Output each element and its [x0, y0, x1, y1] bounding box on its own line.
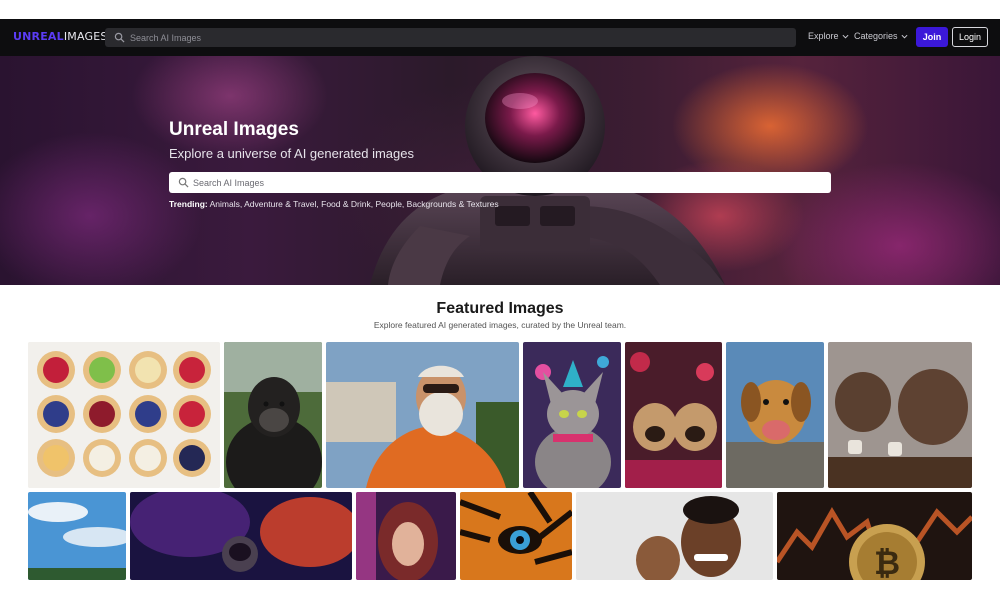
site-logo[interactable]: UNREALIMAGES [13, 30, 108, 43]
nav-explore-label: Explore [808, 31, 839, 41]
search-icon [178, 177, 189, 188]
featured-image-tartlets[interactable] [28, 342, 220, 488]
featured-image-tiger[interactable] [460, 492, 572, 580]
dog-image [726, 342, 824, 488]
sphynx-cat-image [523, 342, 621, 488]
gorilla-image [224, 342, 322, 488]
join-button[interactable]: Join [916, 27, 948, 47]
hero-search[interactable] [169, 172, 831, 193]
old-man-image [326, 342, 519, 488]
hero-search-input[interactable] [193, 172, 823, 193]
navbar-search-input[interactable] [130, 28, 790, 47]
featured-image-cat[interactable] [523, 342, 621, 488]
featured-image-gorilla[interactable] [224, 342, 322, 488]
astronaut-nebula-image [130, 492, 352, 580]
trending-items[interactable]: Animals, Adventure & Travel, Food & Drin… [210, 199, 499, 209]
nav-explore[interactable]: Explore [808, 31, 849, 41]
search-icon [114, 32, 125, 43]
neon-woman-image [356, 492, 456, 580]
tiger-eye-image [460, 492, 572, 580]
featured-subtitle: Explore featured AI generated images, cu… [373, 320, 627, 330]
login-button[interactable]: Login [952, 27, 988, 47]
featured-image-astronaut[interactable] [130, 492, 352, 580]
astronaut-hero-image [370, 56, 725, 285]
featured-title: Featured Images [436, 300, 564, 317]
nav-categories[interactable]: Categories [854, 31, 908, 41]
hero-subtitle: Explore a universe of AI generated image… [169, 146, 414, 161]
featured-image-bitcoin[interactable]: ₿ [777, 492, 972, 580]
bitcoin-image: ₿ [777, 492, 972, 580]
nav-categories-label: Categories [854, 31, 898, 41]
hero-banner: Unreal Images Explore a universe of AI g… [0, 56, 1000, 285]
logo-secondary-text: IMAGES [63, 30, 108, 43]
logo-primary-text: UNREAL [13, 30, 64, 43]
chevron-down-icon [842, 34, 849, 39]
featured-image-father-baby[interactable] [576, 492, 773, 580]
featured-image-pugs[interactable] [625, 342, 722, 488]
svg-text:₿: ₿ [874, 544, 900, 580]
featured-image-bears[interactable] [828, 342, 972, 488]
chevron-down-icon [901, 34, 908, 39]
featured-image-old-man[interactable] [326, 342, 519, 488]
pugs-image [625, 342, 722, 488]
trending-label: Trending: [169, 199, 208, 209]
featured-image-dog[interactable] [726, 342, 824, 488]
hero-title: Unreal Images [169, 119, 299, 140]
navbar-search[interactable] [105, 28, 796, 47]
trending-links: Trending: Animals, Adventure & Travel, F… [169, 199, 499, 209]
bears-image [828, 342, 972, 488]
featured-image-neon-woman[interactable] [356, 492, 456, 580]
father-baby-image [576, 492, 773, 580]
beach-sky-image [28, 492, 126, 580]
featured-image-beach[interactable] [28, 492, 126, 580]
top-navbar: UNREALIMAGES Explore Categories Join Log… [0, 19, 1000, 56]
tartlets-image [28, 342, 220, 488]
